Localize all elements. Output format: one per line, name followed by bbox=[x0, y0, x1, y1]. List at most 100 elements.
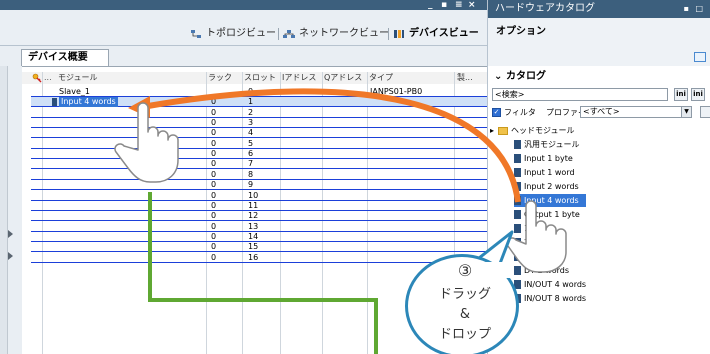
col-header-module[interactable]: モジュール bbox=[58, 72, 97, 84]
tab-network-view[interactable]: ネットワークビュー bbox=[281, 25, 389, 43]
search-next-button[interactable]: ini bbox=[674, 88, 688, 101]
collapse-arrow-icon[interactable] bbox=[8, 230, 13, 238]
catalog-item[interactable]: Input 4 words bbox=[514, 194, 586, 207]
catalog-header[interactable]: ⌄ カタログ bbox=[494, 70, 710, 84]
col-header-slot[interactable]: スロット bbox=[244, 72, 276, 84]
table-row[interactable]: 07 bbox=[31, 159, 487, 170]
table-row[interactable]: 0 11 bbox=[31, 201, 487, 211]
restore-icon[interactable]: ▪ bbox=[441, 0, 447, 10]
expand-arrow-icon[interactable]: ▸ bbox=[490, 124, 494, 137]
catalog-item[interactable]: IN/OUT 4 words bbox=[514, 278, 586, 291]
table-row[interactable]: 08 bbox=[31, 170, 487, 180]
table-row[interactable]: Slave_1 0 IANPS01-PB0 bbox=[31, 87, 487, 97]
chevron-down-icon: ▼ bbox=[681, 107, 691, 117]
cell-slot: 5 bbox=[248, 138, 254, 148]
col-header-q-address[interactable]: Qアドレス bbox=[324, 72, 362, 84]
catalog-item-label: 2 words bbox=[524, 238, 556, 247]
tab-divider bbox=[388, 28, 389, 40]
expand-arrow-icon[interactable] bbox=[8, 252, 13, 260]
tab-device-overview[interactable]: デバイス概要 bbox=[21, 49, 109, 66]
catalog-item[interactable]: 汎用モジュール bbox=[514, 138, 586, 151]
catalog-search-input[interactable]: <検索> bbox=[492, 88, 668, 101]
catalog-item-label: 汎用モジュール bbox=[524, 140, 580, 149]
catalog-item[interactable]: 4 words bbox=[514, 250, 586, 263]
table-row[interactable]: 02 bbox=[31, 108, 487, 118]
restore-icon[interactable]: ▪ bbox=[684, 0, 689, 18]
cell-rack: 0 bbox=[211, 252, 217, 262]
header-ellipsis: ... bbox=[44, 73, 52, 82]
cell-rack: 0 bbox=[211, 231, 217, 241]
catalog-item-label: Input 1 word bbox=[524, 168, 575, 177]
cell-rack: 0 bbox=[211, 97, 217, 107]
callout-line-drop: ドロップ bbox=[438, 327, 491, 342]
catalog-item[interactable]: Input 2 words bbox=[514, 180, 586, 193]
table-header: ... モジュール ラック スロット Iアドレス Qアドレス タイプ 製... bbox=[22, 72, 487, 84]
filter-settings-button[interactable] bbox=[700, 106, 710, 118]
catalog-item-label: IN/OUT 8 words bbox=[524, 294, 587, 303]
table-row[interactable]: 0 10 bbox=[31, 191, 487, 201]
table-row[interactable]: 0 14 bbox=[31, 232, 487, 242]
table-row[interactable]: 0 13 bbox=[31, 222, 487, 232]
profile-select[interactable]: <すべて> ▼ bbox=[580, 106, 692, 118]
close-icon[interactable]: × bbox=[468, 0, 476, 10]
module-icon bbox=[514, 210, 521, 219]
filter-label: フィルタ bbox=[504, 108, 536, 117]
table-row[interactable]: 05 bbox=[31, 139, 487, 149]
module-icon bbox=[514, 196, 521, 205]
col-header-manufacturer[interactable]: 製... bbox=[457, 72, 473, 84]
catalog-item-label: IN/OUT 4 words bbox=[524, 280, 587, 289]
table-row[interactable]: 03 bbox=[31, 118, 487, 129]
cell-slot: 9 bbox=[248, 180, 254, 190]
catalog-title: カタログ bbox=[506, 71, 546, 82]
cell-rack: 0 bbox=[211, 242, 217, 252]
cell-slot: 6 bbox=[248, 149, 254, 159]
tab-topology-label: トポロジビュー bbox=[206, 28, 276, 39]
cell-slot: 10 bbox=[248, 190, 259, 200]
cell-rack: 0 bbox=[211, 221, 217, 231]
cell-slot: 2 bbox=[248, 107, 254, 117]
table-row[interactable]: 0 12 bbox=[31, 211, 487, 222]
table-row[interactable]: 04 bbox=[31, 128, 487, 139]
col-header-rack[interactable]: ラック bbox=[208, 72, 232, 84]
col-header-type[interactable]: タイプ bbox=[369, 72, 393, 84]
table-row[interactable]: 06 bbox=[31, 149, 487, 160]
chevron-down-icon: ⌄ bbox=[494, 71, 503, 82]
tab-divider bbox=[278, 28, 279, 40]
cell-slot: 0 bbox=[248, 87, 254, 96]
catalog-item[interactable]: 2 words bbox=[514, 236, 586, 249]
table-row[interactable]: 0 15 bbox=[31, 242, 487, 253]
catalog-item[interactable]: 1 words bbox=[514, 222, 586, 235]
catalog-item-label: Input 2 words bbox=[524, 182, 579, 191]
module-icon bbox=[514, 182, 521, 191]
options-window-icon[interactable] bbox=[694, 52, 706, 62]
cell-rack: 0 bbox=[211, 169, 217, 179]
minimize-icon[interactable]: _ bbox=[428, 0, 433, 10]
filter-row: ✓ フィルタ プロファイル <すべて> ▼ bbox=[492, 106, 710, 119]
tab-topology-view[interactable]: トポロジビュー bbox=[188, 25, 276, 43]
catalog-window-title: ハードウェアカタログ bbox=[495, 3, 595, 14]
table-row[interactable]: Input 4 words 0 1 bbox=[31, 97, 487, 108]
catalog-item-label: 4 words bbox=[524, 252, 556, 261]
table-row[interactable]: 09 bbox=[31, 180, 487, 191]
tab-device-view[interactable]: デバイスビュー bbox=[391, 25, 479, 43]
cell-slot: 16 bbox=[248, 252, 259, 262]
search-prev-button[interactable]: ini bbox=[691, 88, 705, 101]
cell-slot: 11 bbox=[248, 200, 259, 210]
module-icon bbox=[514, 154, 521, 163]
maximize-icon[interactable]: □ bbox=[695, 0, 703, 18]
col-header-i-address[interactable]: Iアドレス bbox=[282, 72, 316, 84]
network-icon bbox=[283, 30, 295, 38]
cell-slot: 13 bbox=[248, 221, 259, 231]
module-icon bbox=[52, 98, 57, 107]
catalog-item[interactable]: ヘッドモジュール ▸ bbox=[490, 124, 574, 137]
catalog-item[interactable]: Output 1 byte bbox=[514, 208, 586, 221]
catalog-item[interactable]: IN/OUT 8 words bbox=[514, 292, 586, 305]
cell-rack: 0 bbox=[211, 200, 217, 210]
table-row[interactable]: 0 16 bbox=[31, 253, 487, 263]
catalog-item[interactable]: Input 1 word bbox=[514, 166, 586, 179]
maximize-icon[interactable]: ≡ bbox=[455, 0, 463, 10]
filter-checkbox[interactable]: ✓ bbox=[492, 108, 501, 117]
catalog-title-bar: ハードウェアカタログ ▪ □ bbox=[488, 0, 710, 18]
catalog-item[interactable]: Input 1 byte bbox=[514, 152, 586, 165]
catalog-item[interactable]: DT 2 words bbox=[514, 264, 586, 277]
